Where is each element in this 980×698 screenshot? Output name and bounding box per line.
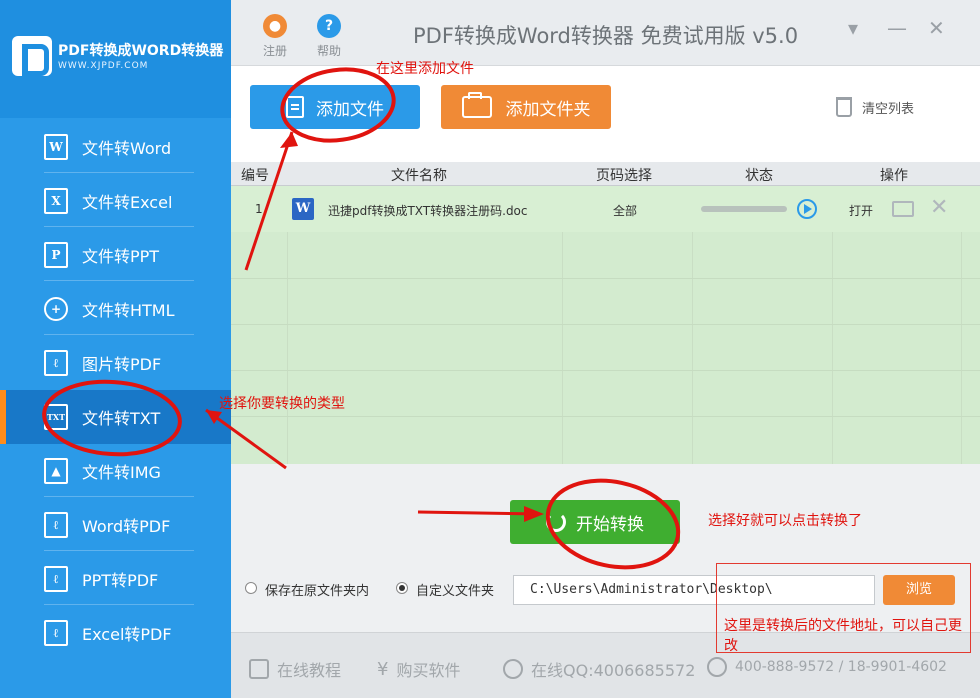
- annotation-change-path: 这里是转换后的文件地址，可以自己更改: [724, 618, 962, 654]
- arrow-head: [524, 506, 544, 522]
- arrow-line: [205, 408, 287, 470]
- annotation-add-file: 在这里添加文件: [376, 61, 474, 77]
- arrow-line: [244, 131, 294, 271]
- arrow-head: [280, 132, 298, 148]
- circle-mark: [42, 379, 182, 457]
- annotation-click-convert: 选择好就可以点击转换了: [708, 513, 862, 529]
- annotation-choose-type: 选择你要转换的类型: [219, 396, 345, 412]
- arrow-line: [417, 510, 541, 516]
- circle-mark: [545, 478, 681, 570]
